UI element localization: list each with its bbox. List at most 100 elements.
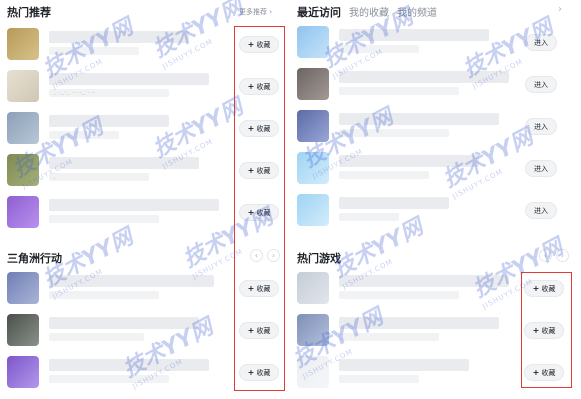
item-title-blurred	[339, 317, 499, 329]
item-thumbnail	[7, 272, 39, 304]
collect-button[interactable]: + 收藏	[239, 78, 279, 95]
item-title-blurred	[49, 275, 214, 287]
collect-label: 收藏	[256, 326, 271, 335]
item-thumbnail	[297, 272, 329, 304]
item-title-blurred	[339, 113, 499, 125]
tab-favorites[interactable]: 我的收藏	[349, 4, 389, 19]
plus-icon: +	[532, 326, 540, 335]
enter-button[interactable]: 进入	[525, 34, 557, 51]
item-title-blurred	[339, 155, 479, 167]
hot-games-pager: ‹ ›	[539, 249, 569, 262]
plus-icon: +	[532, 368, 540, 377]
enter-button[interactable]: 进入	[525, 202, 557, 219]
collect-label: 收藏	[541, 284, 556, 293]
collect-button[interactable]: + 收藏	[239, 120, 279, 137]
hot-games-title: 热门游戏	[297, 252, 341, 265]
hot-recommend-item[interactable]: + 收藏	[7, 28, 289, 60]
chevron-right-icon[interactable]: ›	[558, 4, 562, 15]
recent-visit-item[interactable]: 进入	[297, 26, 575, 58]
collect-button[interactable]: + 收藏	[524, 280, 564, 297]
recent-visit-item[interactable]: 进入	[297, 152, 575, 184]
collect-button[interactable]: + 收藏	[239, 204, 279, 221]
item-title-blurred	[49, 199, 219, 211]
collect-button[interactable]: + 收藏	[239, 364, 279, 381]
item-sub-note: .. ·..·.. ·· ··.. · ··	[53, 90, 95, 97]
chevron-right-icon: ›	[269, 8, 273, 16]
recent-visit-item[interactable]: 进入	[297, 194, 575, 226]
hot-game-item[interactable]: + 收藏	[297, 314, 574, 346]
plus-icon: +	[247, 208, 255, 217]
delta-force-item[interactable]: + 收藏	[7, 356, 289, 388]
item-desc-blurred	[339, 129, 449, 137]
hot-game-item[interactable]: + 收藏	[297, 272, 574, 304]
item-thumbnail	[7, 356, 39, 388]
item-desc-blurred	[49, 173, 149, 181]
item-desc-blurred	[339, 213, 399, 221]
item-title-blurred	[49, 317, 199, 329]
collect-label: 收藏	[256, 208, 271, 217]
item-title-blurred	[339, 71, 509, 83]
item-desc-blurred	[339, 171, 429, 179]
prev-page-icon[interactable]: ‹	[539, 249, 552, 262]
item-desc-blurred	[339, 87, 459, 95]
item-thumbnail	[7, 70, 39, 102]
hot-recommend-item[interactable]: .. ·..·.. ·· ··.. · ·· + 收藏	[7, 70, 289, 102]
collect-label: 收藏	[256, 166, 271, 175]
collect-button[interactable]: + 收藏	[239, 162, 279, 179]
collect-button[interactable]: + 收藏	[524, 364, 564, 381]
item-title-blurred	[49, 115, 169, 127]
item-desc-blurred	[49, 131, 119, 139]
more-recommend-link[interactable]: 更多推荐 ›	[239, 7, 272, 17]
item-thumbnail	[297, 68, 329, 100]
hot-recommend-title: 热门推荐	[7, 6, 51, 19]
enter-button[interactable]: 进入	[525, 118, 557, 135]
prev-page-icon[interactable]: ‹	[250, 249, 263, 262]
item-desc-blurred	[339, 45, 419, 53]
plus-icon: +	[247, 284, 255, 293]
item-title-blurred	[339, 359, 469, 371]
item-thumbnail	[7, 154, 39, 186]
item-thumbnail	[297, 314, 329, 346]
recent-visit-item[interactable]: 进入	[297, 68, 575, 100]
hot-recommend-item[interactable]: + 收藏	[7, 112, 289, 144]
item-desc-blurred	[49, 291, 159, 299]
enter-button[interactable]: 进入	[525, 76, 557, 93]
collect-button[interactable]: + 收藏	[524, 322, 564, 339]
enter-button[interactable]: 进入	[525, 160, 557, 177]
right-tabs: 最近访问 我的收藏 我的频道	[297, 4, 445, 20]
collect-label: 收藏	[256, 82, 271, 91]
recent-visit-item[interactable]: 进入	[297, 110, 575, 142]
collect-button[interactable]: + 收藏	[239, 36, 279, 53]
collect-button[interactable]: + 收藏	[239, 280, 279, 297]
collect-label: 收藏	[256, 368, 271, 377]
item-sub-note: ..	[53, 174, 57, 181]
item-title-blurred	[49, 157, 199, 169]
item-thumbnail	[7, 196, 39, 228]
more-recommend-label: 更多推荐	[239, 8, 267, 16]
item-thumbnail	[7, 28, 39, 60]
next-page-icon[interactable]: ›	[556, 249, 569, 262]
hot-recommend-item[interactable]: .. + 收藏	[7, 154, 289, 186]
next-page-icon[interactable]: ›	[267, 249, 280, 262]
item-desc-blurred	[49, 375, 169, 383]
delta-force-item[interactable]: + 收藏	[7, 314, 289, 346]
collect-label: 收藏	[256, 40, 271, 49]
tab-recent[interactable]: 最近访问	[297, 4, 341, 20]
item-title-blurred	[49, 73, 209, 85]
tab-channels[interactable]: 我的频道	[397, 4, 437, 19]
item-thumbnail	[7, 112, 39, 144]
item-title-blurred	[49, 359, 209, 371]
hot-game-item[interactable]: + 收藏	[297, 356, 574, 388]
item-thumbnail	[297, 152, 329, 184]
plus-icon: +	[247, 368, 255, 377]
collect-label: 收藏	[256, 284, 271, 293]
hot-recommend-item[interactable]: + 收藏	[7, 196, 289, 228]
delta-force-pager: ‹ ›	[250, 249, 280, 262]
item-desc-blurred	[339, 291, 459, 299]
collect-button[interactable]: + 收藏	[239, 322, 279, 339]
delta-force-item[interactable]: + 收藏	[7, 272, 289, 304]
collect-label: 收藏	[541, 326, 556, 335]
item-desc-blurred	[49, 47, 139, 55]
item-title-blurred	[49, 31, 189, 43]
enter-label: 进入	[534, 38, 548, 47]
